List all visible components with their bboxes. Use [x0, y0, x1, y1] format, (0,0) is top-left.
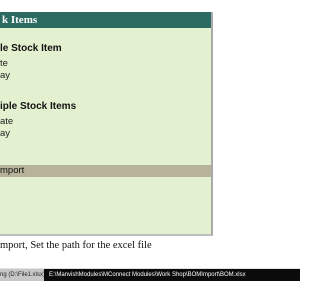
menu-item-display-single[interactable]: ay	[0, 70, 10, 81]
panel-title: k Items	[0, 12, 211, 28]
excel-path-bar: ng (D:\File1.xlsx) E:\ManvishModules\MCo…	[0, 268, 300, 281]
excel-path-input[interactable]: E:\ManvishModules\MConnect Modules\Work …	[44, 269, 300, 281]
menu-item-import-selected[interactable]: mport	[0, 165, 211, 177]
menu-item-create-single[interactable]: te	[0, 58, 8, 69]
excel-path-label: ng (D:\File1.xlsx)	[0, 272, 46, 278]
section-heading-multiple-stock-items: iple Stock Items	[0, 101, 77, 112]
menu-item-create-multiple[interactable]: ate	[0, 116, 13, 127]
instruction-caption: mport, Set the path for the excel file	[0, 240, 152, 251]
menu-item-display-multiple[interactable]: ay	[0, 128, 10, 139]
section-heading-single-stock-item: le Stock Item	[0, 43, 62, 54]
stock-items-menu-panel: k Items le Stock Item te ay iple Stock I…	[0, 12, 213, 236]
